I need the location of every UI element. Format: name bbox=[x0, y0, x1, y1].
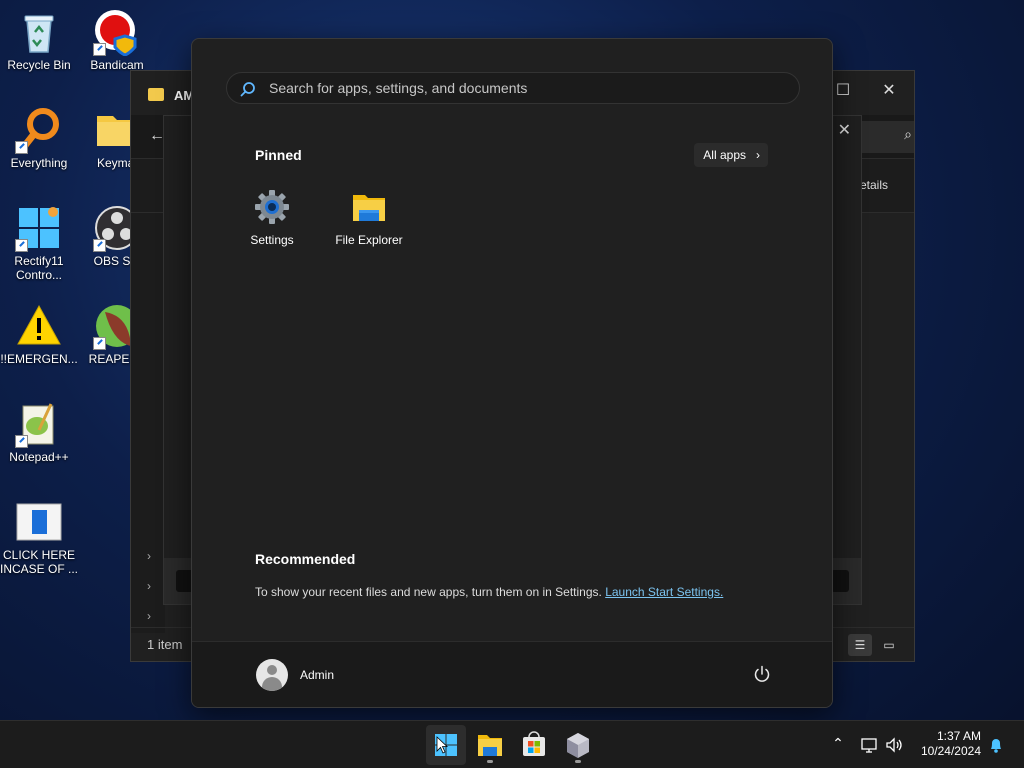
desktop-icon-everything[interactable]: Everything bbox=[0, 106, 78, 170]
chevron-right-icon[interactable]: › bbox=[147, 579, 151, 593]
desktop-icon-bandicam[interactable]: Bandicam bbox=[78, 8, 156, 72]
file-explorer-icon bbox=[351, 189, 387, 225]
pinned-app-settings[interactable]: Settings bbox=[229, 189, 315, 247]
shortcut-arrow-icon bbox=[15, 239, 28, 252]
folder-icon bbox=[148, 88, 164, 101]
store-icon bbox=[523, 731, 545, 756]
everything-magnifier-icon bbox=[15, 106, 63, 154]
launch-start-settings-link[interactable]: Launch Start Settings. bbox=[605, 585, 723, 599]
chevron-up-icon[interactable]: ⌃ bbox=[828, 735, 848, 755]
windows-logo-icon bbox=[435, 734, 457, 756]
windows-logo-icon bbox=[15, 204, 63, 252]
tiles-view-icon[interactable]: ▭ bbox=[878, 634, 900, 656]
taskbar: ⌃ 1:37 AM 10/24/2024 bbox=[0, 720, 1024, 768]
details-button[interactable]: etails bbox=[860, 178, 888, 192]
clock-date: 10/24/2024 bbox=[920, 744, 981, 758]
close-icon[interactable]: ✕ bbox=[838, 120, 851, 140]
details-view-icon[interactable]: ☰ bbox=[848, 634, 872, 656]
desktop-icon-label: Everything bbox=[10, 156, 68, 170]
all-apps-button[interactable]: All apps › bbox=[694, 143, 768, 167]
running-indicator bbox=[575, 760, 581, 763]
file-explorer-icon bbox=[478, 735, 502, 756]
chevron-right-icon[interactable]: › bbox=[147, 609, 151, 623]
desktop-icon-label: Recycle Bin bbox=[7, 58, 71, 72]
shortcut-arrow-icon bbox=[93, 43, 106, 56]
close-icon[interactable]: ✕ bbox=[874, 77, 904, 105]
desktop-icon-rectify11[interactable]: Rectify11 Contro... bbox=[0, 204, 78, 282]
shortcut-arrow-icon bbox=[93, 239, 106, 252]
notification-bell-icon[interactable] bbox=[986, 735, 1006, 755]
taskbar-file-explorer[interactable] bbox=[470, 725, 510, 765]
start-search-box[interactable] bbox=[226, 72, 800, 104]
taskbar-clock[interactable]: 1:37 AM 10/24/2024 bbox=[921, 729, 981, 759]
search-icon bbox=[240, 81, 256, 97]
document-icon bbox=[15, 498, 63, 546]
pinned-app-file-explorer[interactable]: File Explorer bbox=[326, 189, 412, 247]
explorer-nav-pane: › › › bbox=[131, 213, 165, 633]
clock-time: 1:37 AM bbox=[936, 729, 981, 743]
running-indicator bbox=[487, 760, 493, 763]
dialog-input-right[interactable] bbox=[831, 570, 849, 592]
volume-icon[interactable] bbox=[884, 735, 904, 755]
network-icon[interactable] bbox=[859, 735, 879, 755]
all-apps-label: All apps bbox=[703, 148, 746, 162]
search-icon[interactable]: ⌕ bbox=[904, 126, 912, 143]
bandicam-icon bbox=[93, 8, 141, 57]
shortcut-arrow-icon bbox=[15, 435, 28, 448]
user-icon bbox=[267, 665, 277, 675]
recommended-title: Recommended bbox=[255, 551, 356, 567]
pinned-app-label: File Explorer bbox=[335, 233, 403, 247]
gear-icon bbox=[254, 189, 290, 225]
recycle-bin-icon bbox=[15, 8, 63, 56]
taskbar-app-box[interactable] bbox=[558, 725, 598, 765]
start-button[interactable] bbox=[426, 725, 466, 765]
start-search-input[interactable] bbox=[269, 73, 789, 103]
notepad-plus-plus-icon bbox=[15, 400, 63, 448]
desktop-icon-recycle-bin[interactable]: Recycle Bin bbox=[0, 8, 78, 72]
taskbar-microsoft-store[interactable] bbox=[514, 725, 554, 765]
warning-icon bbox=[15, 302, 63, 350]
desktop-icon-label: Notepad++ bbox=[9, 450, 69, 464]
recommended-text: To show your recent files and new apps, … bbox=[255, 585, 602, 599]
item-count: 1 item bbox=[147, 637, 183, 652]
user-avatar[interactable] bbox=[256, 659, 288, 691]
desktop-icon-emergency[interactable]: !!EMERGEN... bbox=[0, 302, 78, 366]
start-menu: Pinned All apps › Settings bbox=[191, 38, 833, 708]
user-name[interactable]: Admin bbox=[300, 668, 334, 682]
shortcut-arrow-icon bbox=[15, 141, 28, 154]
package-icon bbox=[567, 733, 589, 758]
desktop-icon-click-here[interactable]: CLICK HERE INCASE OF ... bbox=[0, 498, 78, 576]
chevron-right-icon: › bbox=[756, 148, 760, 162]
shortcut-arrow-icon bbox=[93, 337, 106, 350]
desktop-icon-label: CLICK HERE INCASE OF ... bbox=[0, 548, 79, 576]
desktop-icon-label: Rectify11 Contro... bbox=[14, 254, 64, 282]
desktop-icon-label: !!EMERGEN... bbox=[0, 352, 78, 366]
power-icon[interactable] bbox=[752, 664, 772, 684]
pinned-app-label: Settings bbox=[250, 233, 294, 247]
chevron-right-icon[interactable]: › bbox=[147, 549, 151, 563]
recommended-message: To show your recent files and new apps, … bbox=[255, 585, 723, 599]
pinned-title: Pinned bbox=[255, 147, 302, 163]
desktop-icon-notepad-plus-plus[interactable]: Notepad++ bbox=[0, 400, 78, 464]
start-footer: Admin bbox=[192, 641, 832, 707]
